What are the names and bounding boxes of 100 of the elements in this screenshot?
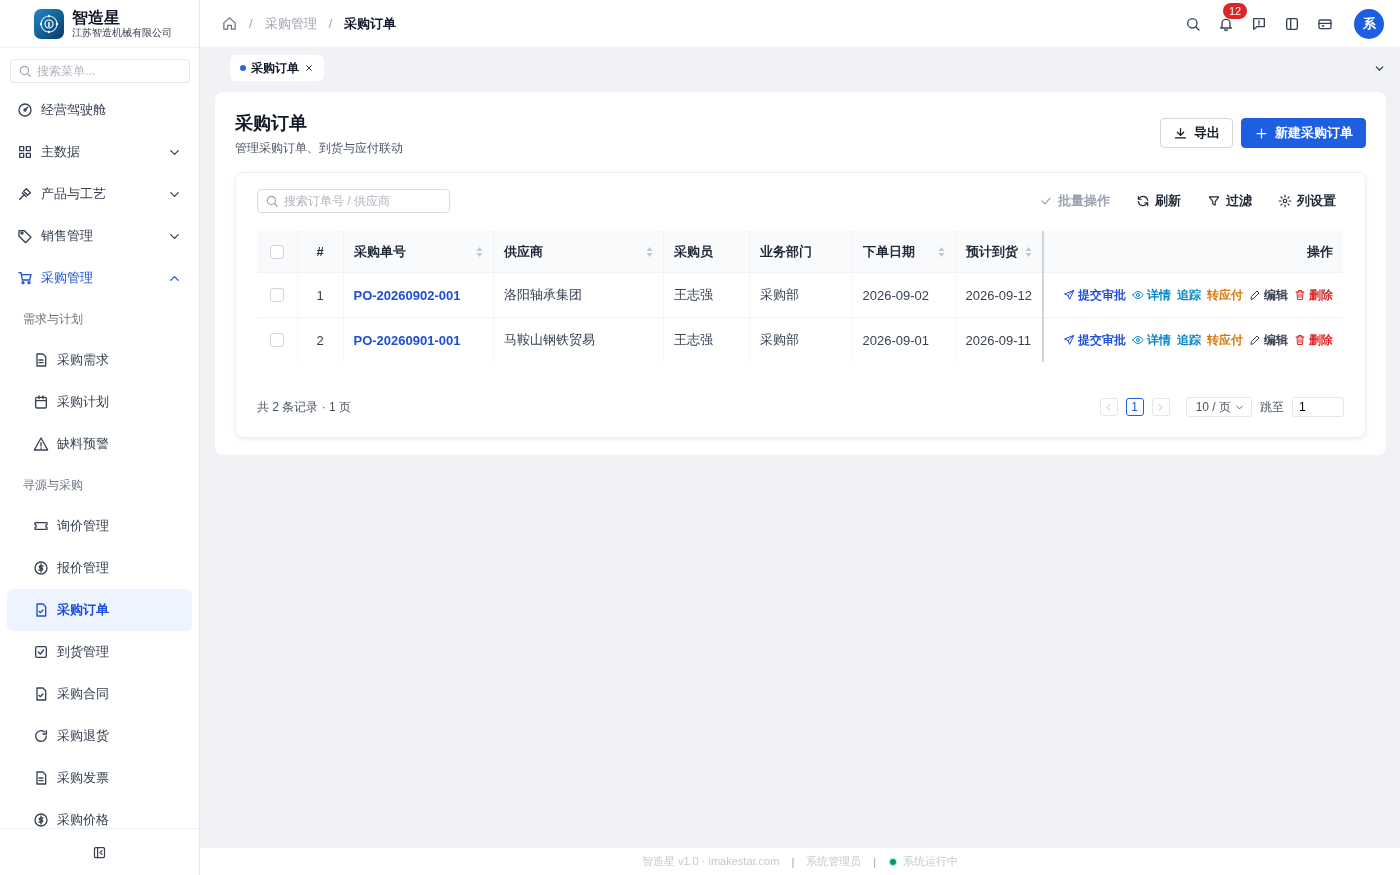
messages-button[interactable] <box>1251 15 1267 32</box>
sort-icon[interactable] <box>937 245 945 258</box>
sidebar-item[interactable]: 报价管理 <box>7 547 192 589</box>
sidebar-item[interactable]: 采购发票 <box>7 757 192 799</box>
trash-icon <box>1294 289 1306 301</box>
sidebar-item[interactable]: 缺料预警 <box>7 423 192 465</box>
refresh-button[interactable]: 刷新 <box>1136 192 1181 210</box>
detail-link[interactable]: 详情 <box>1132 332 1171 348</box>
notification-badge: 12 <box>1223 2 1248 19</box>
page-number-button[interactable]: 1 <box>1125 398 1144 416</box>
track-link[interactable]: 追踪 <box>1177 332 1201 348</box>
calendar-icon <box>33 394 49 410</box>
order-number-link[interactable]: PO-20260902-001 <box>353 287 461 303</box>
warning-icon <box>33 436 49 452</box>
table-cell: 王志强 <box>673 287 713 302</box>
table-cell: 2026-09-11 <box>965 332 1032 348</box>
close-icon <box>304 63 314 73</box>
home-button[interactable] <box>222 16 237 31</box>
document-check-icon <box>33 686 49 702</box>
order-number-link[interactable]: PO-20260901-001 <box>353 332 461 348</box>
columns-button[interactable]: 列设置 <box>1278 192 1336 210</box>
sidebar-item[interactable]: 采购退货 <box>7 715 192 757</box>
search-icon <box>265 194 279 208</box>
menu-search-field[interactable]: 搜索菜单... <box>10 59 190 83</box>
sort-icon[interactable] <box>475 245 483 258</box>
table-cell: 2 <box>316 332 324 348</box>
sidebar-item[interactable]: 采购价格 <box>7 799 192 828</box>
order-search-field[interactable]: 搜索订单号 / 供应商 <box>257 189 450 213</box>
column-header: 采购员 <box>673 242 713 261</box>
new-order-button[interactable]: 新建采购订单 <box>1241 118 1366 148</box>
footer-separator: | <box>791 855 795 868</box>
eye-icon <box>1132 289 1144 301</box>
sidebar-item[interactable]: 采购管理 <box>7 257 192 299</box>
column-header: 操作 <box>1307 242 1333 261</box>
sidebar-item[interactable]: 到货管理 <box>7 631 192 673</box>
table-cell: 2026-09-02 <box>862 287 929 303</box>
pencil-icon <box>1249 334 1261 346</box>
dollar-icon <box>33 812 49 828</box>
send-icon <box>1063 289 1075 301</box>
sidebar-item[interactable]: 销售管理 <box>7 215 192 257</box>
sidebar-item[interactable]: 采购订单 <box>7 589 192 631</box>
track-link[interactable]: 追踪 <box>1177 287 1201 303</box>
refresh-icon <box>1136 194 1150 208</box>
user-avatar[interactable]: 系 <box>1354 8 1384 39</box>
delete-link[interactable]: 删除 <box>1294 287 1333 303</box>
company-name: 江苏智造机械有限公司 <box>72 26 172 38</box>
layout-button[interactable] <box>1284 15 1300 32</box>
menu-group-label: 需求与计划 <box>22 310 84 328</box>
record-summary: 共 2 条记录 · 1 页 <box>257 398 351 416</box>
checkbox[interactable] <box>269 333 284 347</box>
checkbox[interactable] <box>269 244 284 259</box>
export-button[interactable]: 导出 <box>1160 118 1233 148</box>
document-check-icon <box>33 602 49 618</box>
send-icon <box>1063 334 1075 346</box>
breadcrumb-separator: / <box>249 16 253 31</box>
page-tab[interactable]: 采购订单 <box>230 55 324 81</box>
page-size-select[interactable]: 10 / 页 <box>1185 397 1252 417</box>
sidebar-item[interactable]: 采购需求 <box>7 339 192 381</box>
pencil-icon <box>1249 289 1261 301</box>
sidebar-item[interactable]: 采购合同 <box>7 673 192 715</box>
edit-link[interactable]: 编辑 <box>1249 332 1288 348</box>
grid-icon <box>17 144 33 160</box>
breadcrumb-current: 采购订单 <box>344 14 397 33</box>
search-icon <box>1185 15 1201 32</box>
footer-separator: | <box>873 855 877 868</box>
settings-icon <box>1278 194 1292 208</box>
document-icon <box>33 770 49 786</box>
sort-icon[interactable] <box>645 245 653 258</box>
sidebar-item[interactable]: 产品与工艺 <box>7 173 192 215</box>
filter-button[interactable]: 过滤 <box>1207 192 1252 210</box>
sidebar-item[interactable]: 采购计划 <box>7 381 192 423</box>
sidebar-item[interactable]: 主数据 <box>7 131 192 173</box>
page-title: 采购订单 <box>235 112 308 134</box>
document-icon <box>33 352 49 368</box>
sidebar-item[interactable]: 经营驾驶舱 <box>7 89 192 131</box>
search-button[interactable] <box>1185 15 1201 32</box>
next-page-button[interactable] <box>1151 398 1170 416</box>
sort-icon[interactable] <box>1025 245 1032 258</box>
menu-group-label: 寻源与采购 <box>22 476 84 494</box>
status-dot-icon <box>888 856 899 867</box>
sidebar-item[interactable]: 询价管理 <box>7 505 192 547</box>
table-cell: 1 <box>316 287 324 303</box>
table-cell: 洛阳轴承集团 <box>503 287 582 302</box>
jump-page-field[interactable]: 1 <box>1292 397 1344 417</box>
logo-icon <box>34 8 64 39</box>
delete-link[interactable]: 删除 <box>1294 332 1333 348</box>
previous-page-button[interactable] <box>1099 398 1118 416</box>
cart-icon <box>17 270 33 286</box>
detail-link[interactable]: 详情 <box>1132 287 1171 303</box>
dollar-icon <box>33 560 49 576</box>
edit-link[interactable]: 编辑 <box>1249 287 1288 303</box>
brand-name: 智造星 <box>72 9 121 27</box>
checkbox[interactable] <box>269 288 284 302</box>
column-header: 业务部门 <box>759 242 812 261</box>
submit-link[interactable]: 提交审批 <box>1063 287 1126 303</box>
submit-link[interactable]: 提交审批 <box>1063 332 1126 348</box>
trash-icon <box>1294 334 1306 346</box>
table-cell: 2026-09-12 <box>965 287 1032 303</box>
home-icon <box>222 16 237 31</box>
jump-label: 跳至 <box>1260 398 1284 416</box>
